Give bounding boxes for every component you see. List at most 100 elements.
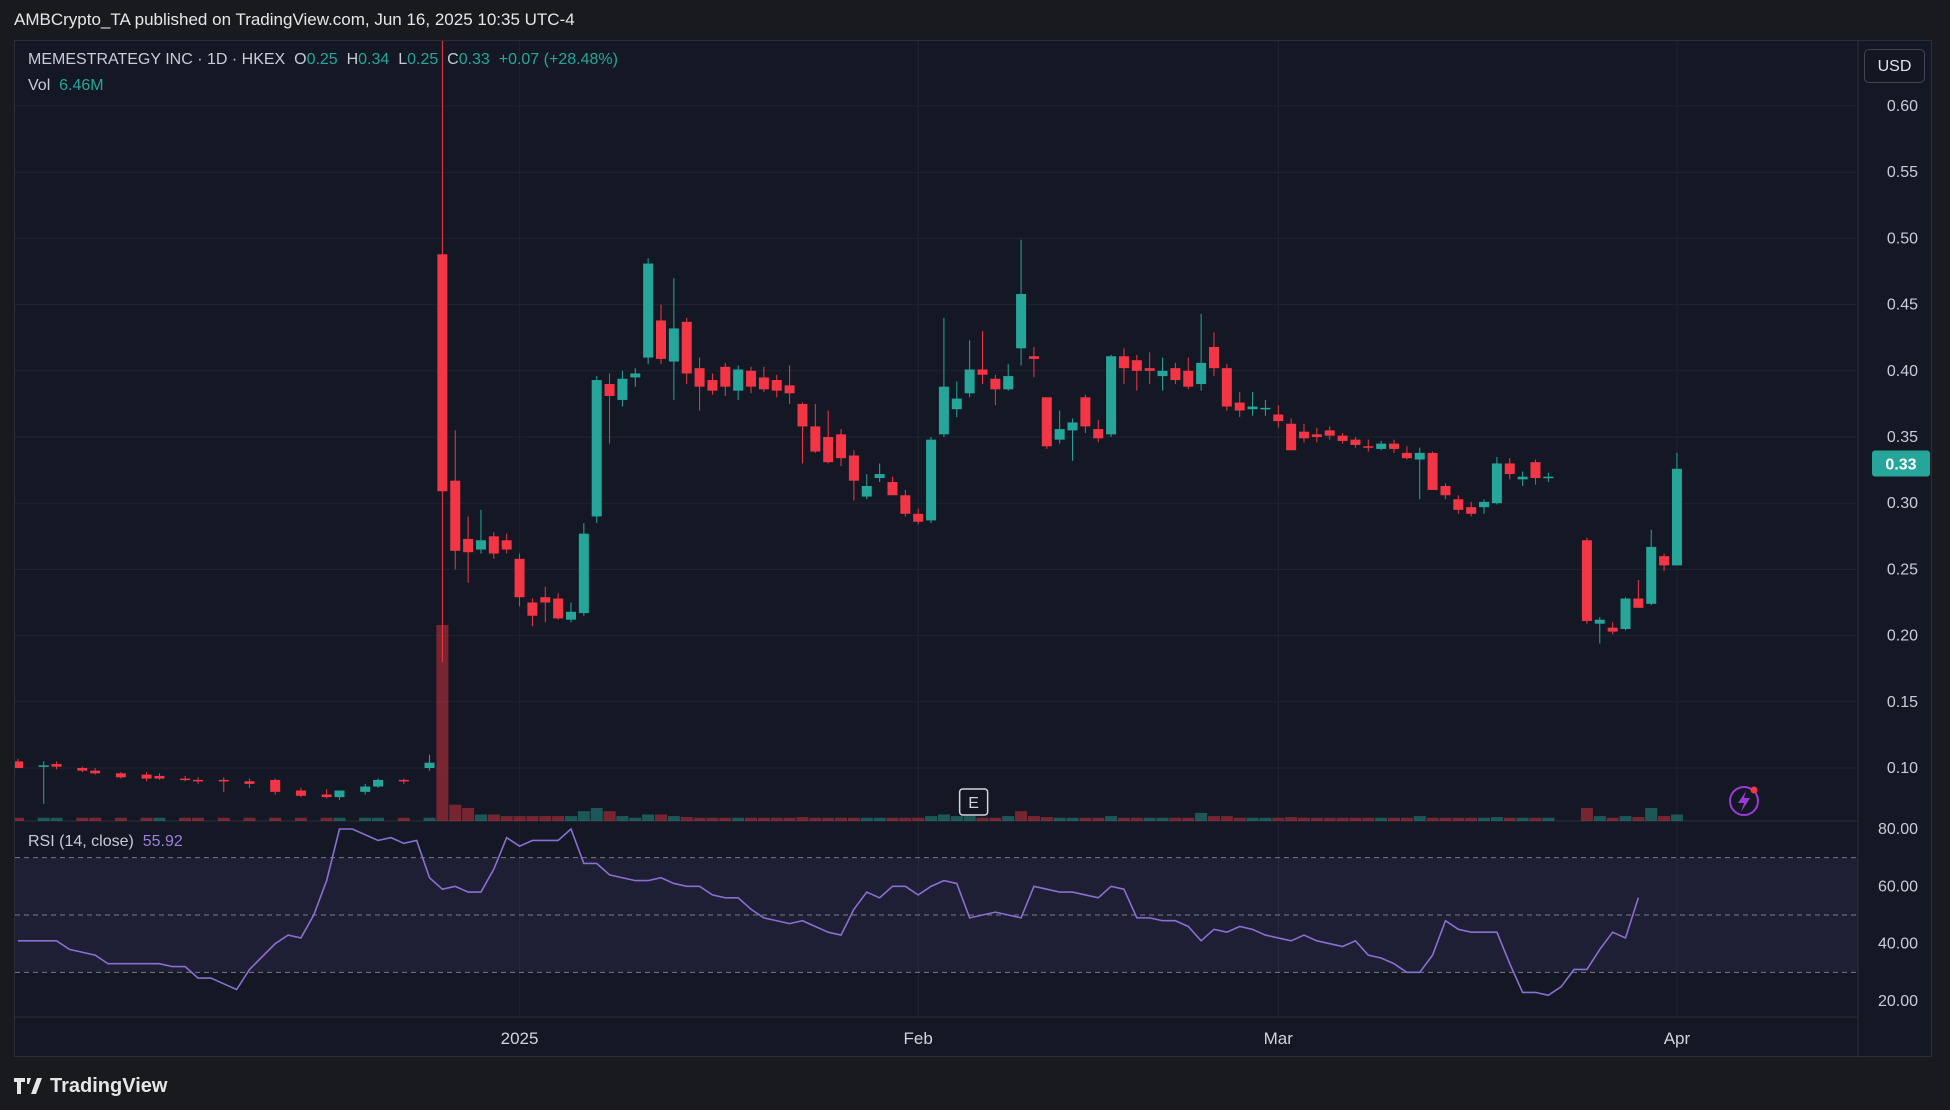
volume-bar (1220, 816, 1233, 821)
volume-bar (462, 807, 475, 821)
price-tick-label: 0.20 (1887, 628, 1918, 645)
volume-bar (847, 817, 860, 821)
volume-bar (1670, 814, 1683, 821)
candle-body (38, 765, 49, 767)
candle-body (810, 426, 821, 452)
volume-bar (1349, 817, 1362, 821)
candle-body (797, 403, 808, 427)
volume-bar (552, 816, 565, 821)
volume-bar (397, 817, 410, 821)
volume-bar (15, 817, 24, 821)
volume-bar (1503, 817, 1516, 821)
rsi-label[interactable]: RSI (14, close) (28, 833, 134, 850)
candle-body (1247, 406, 1258, 410)
volume-bar (719, 817, 732, 821)
candle-body (1157, 370, 1168, 377)
time-tick-label: Apr (1664, 1029, 1691, 1048)
volume-bar (1233, 817, 1246, 821)
rsi-value: 55.92 (142, 833, 183, 850)
candle-body (193, 779, 204, 782)
candle-body (951, 398, 962, 410)
candle-body (1260, 407, 1271, 410)
candle-body (565, 611, 576, 620)
volume-bar (770, 817, 783, 821)
candle-body (746, 370, 757, 387)
candle-body (360, 786, 371, 792)
volume-bar (1606, 817, 1619, 821)
candle-body (373, 779, 384, 787)
volume-bar (539, 816, 552, 821)
candle-body (1453, 499, 1464, 510)
candle-body (1324, 430, 1335, 436)
candle-body (1208, 346, 1219, 369)
candle-body (1183, 370, 1194, 387)
volume-bar (564, 816, 577, 821)
candle-body (1106, 356, 1117, 435)
volume-bar (989, 817, 1002, 821)
open-value: 0.25 (306, 51, 338, 68)
candle-body (540, 597, 551, 603)
chart-canvas[interactable]: 0.60 0.55 0.50 0.45 0.40 0.35 0.30 0.25 0.20 0.15… (15, 41, 1933, 1058)
close-label: C (447, 51, 459, 68)
volume-bar (1619, 816, 1632, 821)
tradingview-logo[interactable]: TradingView (14, 1073, 167, 1099)
volume-bar (1645, 807, 1658, 821)
candle-body (977, 369, 988, 375)
volume-label[interactable]: Vol (28, 77, 50, 94)
volume-bar (1105, 816, 1118, 821)
volume-bar (1490, 817, 1503, 821)
symbol-title[interactable]: MEMESTRATEGY INC · 1D · HKEX (28, 51, 285, 68)
price-tick-label: 0.40 (1887, 363, 1918, 380)
candle-body (578, 533, 589, 614)
candle-body (1196, 362, 1207, 385)
volume-bar (616, 816, 629, 821)
price-tick-label: 0.15 (1887, 694, 1918, 711)
price-tick-label: 0.60 (1887, 98, 1918, 115)
tradingview-brand: TradingView (50, 1074, 168, 1097)
volume-bar (192, 817, 205, 821)
candle-body (1170, 368, 1181, 381)
candle-body (1376, 443, 1387, 449)
high-value: 0.34 (358, 51, 390, 68)
volume-bar (89, 817, 102, 821)
volume-bar (1298, 817, 1310, 821)
volume-bar (706, 817, 719, 821)
ohlc-legend: MEMESTRATEGY INC · 1D · HKEX O0.25 H0.34… (28, 51, 618, 69)
chart-container[interactable]: 0.60 0.55 0.50 0.45 0.40 0.35 0.30 0.25 0.20 0.15… (14, 40, 1933, 1058)
volume-bar (50, 817, 63, 821)
candle-body (707, 380, 718, 391)
candle-body (1607, 627, 1618, 632)
volume-bar (680, 817, 693, 821)
volume-bar (1362, 817, 1375, 821)
publish-header: AMBCrypto_TA published on TradingView.co… (14, 10, 575, 29)
candle-body (553, 598, 564, 619)
candle-body (244, 781, 255, 784)
lightning-bolt-icon (1738, 791, 1750, 812)
volume-bar (1580, 807, 1593, 821)
currency-button[interactable]: USD (1864, 49, 1925, 83)
candle-body (1581, 540, 1592, 622)
low-label: L (398, 51, 408, 68)
candle-body (1311, 434, 1322, 437)
rsi-tick-label: 20.00 (1878, 993, 1918, 1010)
candle-body (1530, 462, 1541, 479)
volume-bar (1516, 817, 1529, 821)
candle-body (668, 328, 679, 362)
volume-bar (294, 817, 307, 821)
candle-body (1543, 476, 1554, 479)
volume-bar (629, 817, 642, 821)
candle-body (1633, 598, 1644, 608)
volume-bar (217, 817, 230, 821)
earnings-marker-label: E (968, 795, 979, 812)
volume-bar (333, 817, 346, 821)
volume-bar (1182, 817, 1195, 821)
volume-bar (1465, 817, 1478, 821)
volume-bar (860, 817, 873, 821)
candle-body (1414, 452, 1425, 460)
low-value: 0.25 (407, 51, 439, 68)
candle-body (1671, 468, 1682, 566)
volume-bar (1015, 811, 1028, 821)
volume-bar (603, 811, 616, 821)
volume-bar (590, 807, 603, 821)
candle-body (1054, 429, 1065, 440)
